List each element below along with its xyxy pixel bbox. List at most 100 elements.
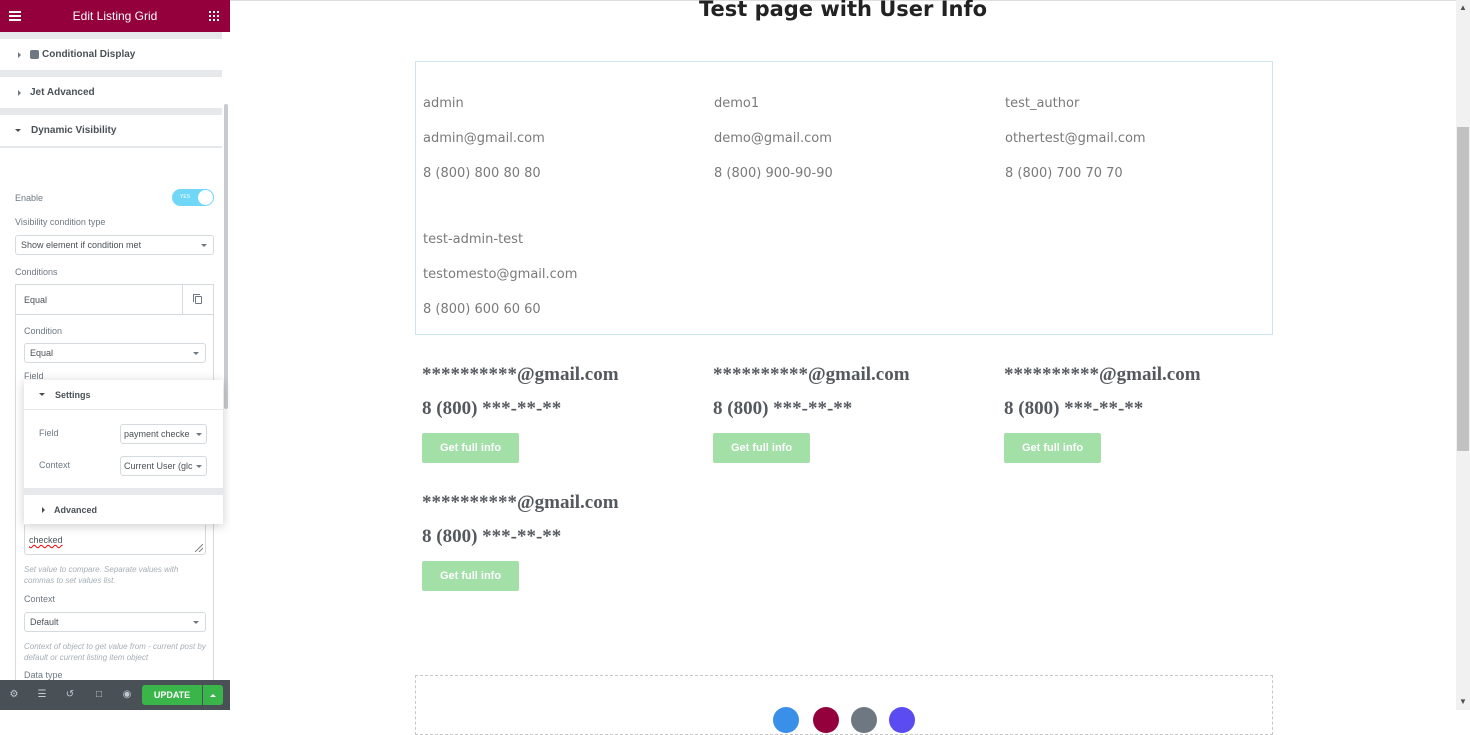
masked-user-item: **********@gmail.com 8 (800) ***-**-** G… [1004,364,1201,463]
user-email: testomesto@gmail.com [423,267,578,282]
dynamic-tag-settings-popover: Settings Field payment checke Context Cu… [24,380,223,524]
add-section-button[interactable] [773,707,799,733]
get-full-info-button[interactable]: Get full info [713,433,810,463]
select-value: Default [30,617,59,627]
context-select[interactable]: Default [24,612,206,632]
scrollbar-thumb[interactable] [224,104,228,409]
masked-user-item: **********@gmail.com 8 (800) ***-**-** G… [422,364,619,463]
add-jet-template-button[interactable] [889,707,915,733]
section-label: Jet Advanced [30,87,95,98]
visibility-type-select[interactable]: Show element if condition met [15,235,214,255]
popover-field-select[interactable]: payment checke [120,424,207,444]
copy-icon [192,293,202,304]
select-value: Equal [30,348,54,358]
panel-footer: ⚙ ☰ ↺ □ ◉ UPDATE [0,680,230,710]
responsive-mode-icon[interactable]: □ [93,689,105,701]
page-preview: Test page with User Info admin admin@gma… [230,0,1456,735]
toggle-state: YES [180,194,191,200]
condition-label: Condition [24,326,63,336]
enable-toggle[interactable]: YES [172,189,214,206]
chevron-down-icon [193,621,199,624]
add-template-button[interactable] [813,707,839,733]
caret-down-icon [15,129,21,132]
chevron-down-icon [196,433,202,436]
scroll-down-arrow-icon[interactable]: ▼ [1459,697,1467,706]
caret-right-icon [18,89,21,96]
user-email: othertest@gmail.com [1005,131,1146,146]
update-button[interactable]: UPDATE [142,685,202,705]
section-dynamic-visibility[interactable]: Dynamic Visibility [0,115,222,146]
section-label: Conditional Display [42,49,136,60]
history-icon[interactable]: ↺ [64,689,76,701]
condition-item-title: Equal [24,294,48,305]
user-login: test_author [1005,96,1080,111]
duplicate-button[interactable] [182,285,213,314]
masked-email: **********@gmail.com [422,364,619,385]
data-type-label: Data type [24,670,63,680]
page-title: Test page with User Info [698,0,988,21]
select-value: Show element if condition met [21,240,142,250]
panel-header: Edit Listing Grid [0,0,230,32]
condition-item-header[interactable]: Equal [16,285,213,315]
user-email: demo@gmail.com [714,131,832,146]
conditions-label: Conditions [15,267,58,277]
user-login: admin [423,96,464,111]
popover-context-select[interactable]: Current User (glc [120,456,207,476]
section-label: Dynamic Visibility [31,125,117,136]
user-listing-grid[interactable]: admin admin@gmail.com 8 (800) 800 80 80 … [415,61,1273,335]
panel-scrollbar[interactable] [222,32,230,680]
settings-gear-icon[interactable]: ⚙ [8,689,20,701]
settings-section[interactable]: Settings [24,380,223,410]
add-section-dropzone[interactable] [415,675,1273,735]
panel-title: Edit Listing Grid [72,9,158,23]
get-full-info-button[interactable]: Get full info [422,433,519,463]
masked-phone: 8 (800) ***-**-** [1004,398,1144,419]
get-full-info-button[interactable]: Get full info [422,561,519,591]
user-item: demo1 demo@gmail.com 8 (800) 900-90-90 [714,96,833,201]
scrollbar-thumb[interactable] [1457,127,1469,451]
navigator-layers-icon[interactable]: ☰ [36,689,48,701]
page-scrollbar[interactable]: ▲ ▼ [1456,0,1470,710]
masked-phone: 8 (800) ***-**-** [713,398,853,419]
caret-down-icon [39,393,45,396]
caret-right-icon [42,506,45,513]
masked-phone: 8 (800) ***-**-** [422,526,562,547]
add-kit-button[interactable] [851,707,877,733]
get-full-info-button[interactable]: Get full info [1004,433,1101,463]
divider [24,488,223,495]
caret-up-icon [210,693,216,697]
user-item: admin admin@gmail.com 8 (800) 800 80 80 [423,96,545,201]
save-options-button[interactable] [203,685,223,705]
section-conditional-display[interactable]: Conditional Display [0,39,222,70]
chevron-down-icon [196,465,202,468]
masked-email: **********@gmail.com [713,364,910,385]
value-textarea[interactable]: checked [24,525,206,555]
masked-email: **********@gmail.com [1004,364,1201,385]
preview-eye-icon[interactable]: ◉ [121,689,133,701]
visibility-type-label: Visibility condition type [15,217,106,227]
user-phone: 8 (800) 800 80 80 [423,166,541,181]
user-login: test-admin-test [423,232,524,247]
editor-panel: Edit Listing Grid Conditional Display Je… [0,0,230,710]
user-phone: 8 (800) 600 60 60 [423,302,541,317]
resize-handle[interactable] [195,544,203,552]
toggle-knob [198,190,213,205]
user-item: test-admin-test testomesto@gmail.com 8 (… [423,232,577,337]
condition-select[interactable]: Equal [24,343,206,363]
context-hint: Context of object to get value from - cu… [24,642,206,662]
caret-right-icon [18,51,21,58]
widgets-grid-icon[interactable] [209,11,219,21]
jet-engine-icon [30,50,39,59]
advanced-section[interactable]: Advanced [24,495,223,524]
scroll-up-arrow-icon[interactable]: ▲ [1459,3,1467,12]
menu-icon[interactable] [9,11,21,21]
select-value: payment checke [124,429,190,439]
user-login: demo1 [714,96,760,111]
user-phone: 8 (800) 900-90-90 [714,166,833,181]
masked-phone: 8 (800) ***-**-** [422,398,562,419]
section-jet-advanced[interactable]: Jet Advanced [0,77,222,108]
user-item: test_author othertest@gmail.com 8 (800) … [1005,96,1146,201]
value-hint: Set value to compare. Separate values wi… [24,565,179,585]
enable-label: Enable [15,193,44,203]
masked-user-item: **********@gmail.com 8 (800) ***-**-** G… [422,492,619,591]
